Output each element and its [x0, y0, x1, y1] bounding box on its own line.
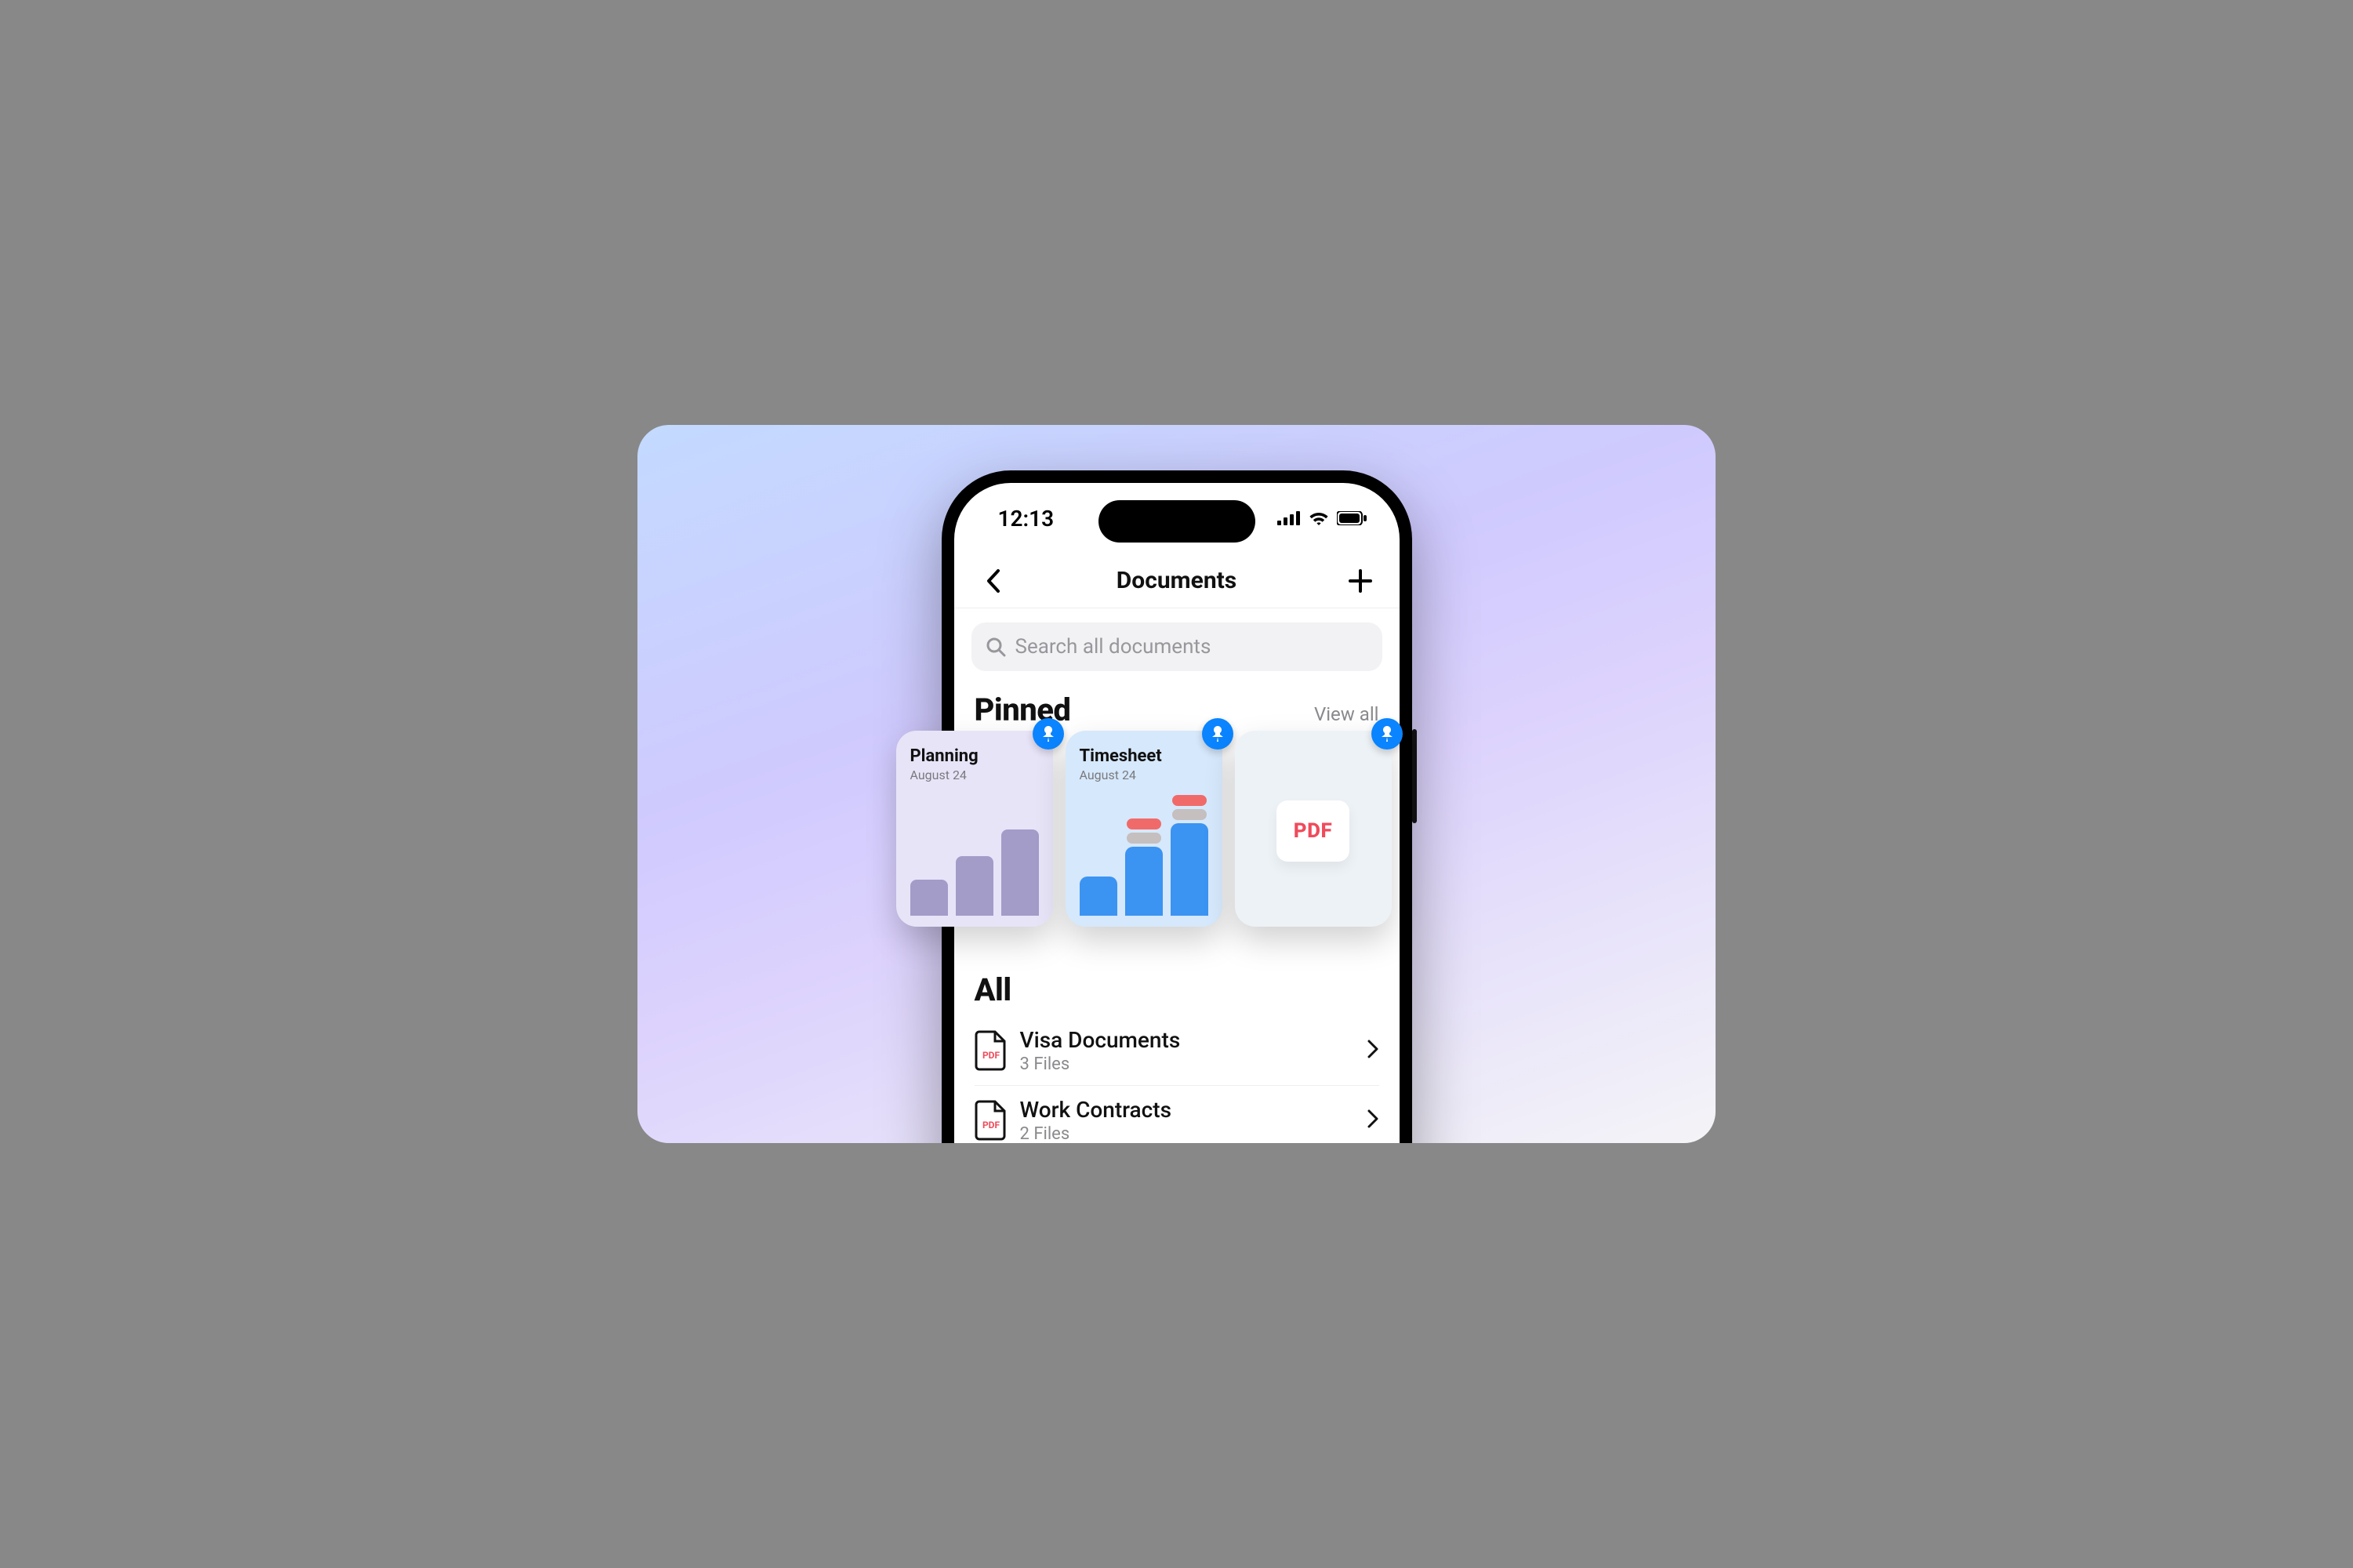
nav-bar: Documents: [954, 554, 1400, 608]
search-input[interactable]: Search all documents: [971, 622, 1382, 671]
document-subtitle: 2 Files: [1020, 1124, 1354, 1143]
card-title: Timesheet: [1080, 746, 1208, 766]
wifi-icon: [1309, 510, 1329, 526]
pinned-cards-row: Planning August 24 Timesheet August 24 P…: [896, 731, 1392, 927]
add-button[interactable]: [1343, 564, 1378, 598]
app-preview-canvas: 12:13 Documents: [637, 425, 1716, 1143]
view-all-link[interactable]: View all: [1314, 703, 1379, 725]
pdf-file-icon: PDF: [975, 1030, 1008, 1071]
back-button[interactable]: [976, 564, 1011, 598]
document-row[interactable]: PDF Work Contracts 2 Files: [975, 1086, 1379, 1143]
plus-icon: [1349, 569, 1372, 593]
svg-text:PDF: PDF: [982, 1050, 1000, 1061]
search-icon: [986, 637, 1006, 657]
pdf-badge: PDF: [1276, 800, 1349, 862]
pin-icon: [1380, 726, 1394, 742]
pinned-card-pdf[interactable]: PDF: [1235, 731, 1392, 927]
pinned-card-planning[interactable]: Planning August 24: [896, 731, 1053, 927]
pin-badge: [1202, 718, 1233, 750]
card-date: August 24: [910, 768, 1039, 782]
chevron-right-icon: [1367, 1040, 1379, 1062]
pin-badge: [1033, 718, 1064, 750]
chevron-left-icon: [985, 569, 1002, 593]
pinned-card-timesheet[interactable]: Timesheet August 24: [1066, 731, 1222, 927]
chevron-right-icon: [1367, 1109, 1379, 1131]
bar-chart-icon: [1080, 792, 1208, 916]
page-title: Documents: [1011, 567, 1343, 594]
pin-icon: [1041, 726, 1055, 742]
card-date: August 24: [1080, 768, 1208, 782]
cellular-icon: [1277, 511, 1301, 525]
pin-icon: [1211, 726, 1225, 742]
dynamic-island: [1098, 500, 1255, 543]
card-title: Planning: [910, 746, 1039, 766]
pdf-file-icon: PDF: [975, 1100, 1008, 1141]
status-time: 12:13: [998, 506, 1055, 532]
search-placeholder: Search all documents: [1015, 635, 1211, 659]
pin-badge: [1371, 718, 1403, 750]
svg-text:PDF: PDF: [982, 1120, 1000, 1131]
all-heading: All: [975, 971, 1379, 1008]
document-row[interactable]: PDF Visa Documents 3 Files: [975, 1016, 1379, 1086]
document-subtitle: 3 Files: [1020, 1054, 1354, 1074]
document-name: Visa Documents: [1020, 1027, 1354, 1053]
bar-chart-icon: [910, 792, 1039, 916]
battery-icon: [1337, 511, 1367, 525]
document-name: Work Contracts: [1020, 1097, 1354, 1123]
